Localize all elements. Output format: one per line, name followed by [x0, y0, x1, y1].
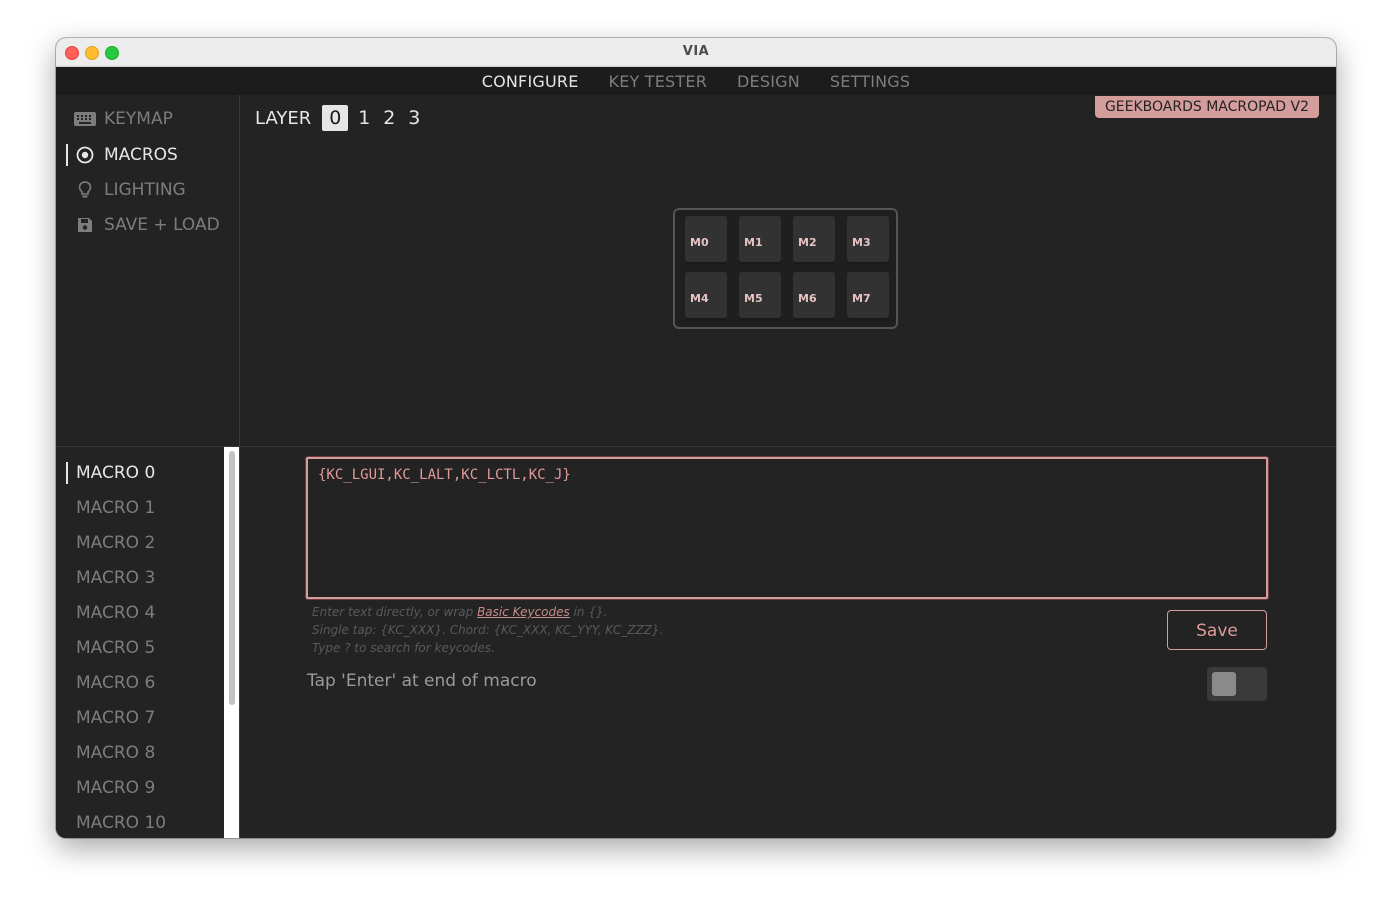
- key-label: M2: [798, 236, 817, 249]
- layer-label: LAYER: [255, 107, 312, 129]
- macro-list: MACRO 0 MACRO 1 MACRO 2 MACRO 3 MACRO 4 …: [56, 447, 224, 838]
- macro-list-scrollbar[interactable]: [224, 447, 239, 838]
- window-title: VIA: [682, 44, 710, 59]
- layer-selector: LAYER 0 1 2 3: [255, 105, 423, 131]
- macro-item-0[interactable]: MACRO 0: [76, 461, 155, 485]
- hint-text: Enter text directly, or wrap: [312, 605, 478, 619]
- floppy-disk-icon: [74, 216, 96, 234]
- layer-3-button[interactable]: 3: [405, 107, 423, 129]
- lightbulb-icon: [74, 181, 96, 199]
- key-label: M0: [690, 236, 709, 249]
- macro-item-6[interactable]: MACRO 6: [76, 671, 155, 695]
- active-macro-indicator: [66, 462, 68, 484]
- tab-settings[interactable]: SETTINGS: [830, 72, 910, 91]
- device-name: GEEKBOARDS MACROPAD V2: [1104, 99, 1309, 115]
- macro-item-2[interactable]: MACRO 2: [76, 531, 155, 555]
- hint-text: in {}.: [569, 605, 608, 619]
- key-m2[interactable]: M2: [793, 216, 835, 262]
- macro-item-10[interactable]: MACRO 10: [76, 811, 166, 835]
- keyboard-layout: M0 M1 M2 M3 M4 M5 M6 M7: [673, 208, 898, 329]
- key-m4[interactable]: M4: [685, 272, 727, 318]
- via-window: VIA CONFIGURE KEY TESTER DESIGN SETTINGS…: [56, 38, 1336, 838]
- macro-item-9[interactable]: MACRO 9: [76, 776, 155, 800]
- menu-item-lighting[interactable]: LIGHTING: [74, 178, 186, 202]
- key-m0[interactable]: M0: [685, 216, 727, 262]
- keyboard-panel: LAYER 0 1 2 3 GEEKBOARDS MACROPAD V2 M0 …: [240, 95, 1336, 446]
- keyboard-icon: [74, 110, 96, 128]
- key-m3[interactable]: M3: [847, 216, 889, 262]
- key-label: M3: [852, 236, 871, 249]
- key-m5[interactable]: M5: [739, 272, 781, 318]
- toggle-knob: [1212, 672, 1236, 696]
- key-label: M1: [744, 236, 763, 249]
- device-name-badge: GEEKBOARDS MACROPAD V2: [1094, 96, 1319, 118]
- tab-configure[interactable]: CONFIGURE: [482, 72, 579, 91]
- macro-item-4[interactable]: MACRO 4: [76, 601, 155, 625]
- basic-keycodes-link[interactable]: Basic Keycodes: [477, 605, 570, 619]
- menu-item-save-load[interactable]: SAVE + LOAD: [74, 213, 220, 237]
- menu-label-lighting: LIGHTING: [104, 180, 186, 200]
- key-m1[interactable]: M1: [739, 216, 781, 262]
- layer-1-button[interactable]: 1: [355, 107, 373, 129]
- menu-item-macros[interactable]: MACROS: [74, 143, 178, 167]
- menu-label-save-load: SAVE + LOAD: [104, 215, 220, 235]
- config-menu: KEYMAP MACROS LIGHTING SAVE + LOAD: [56, 95, 240, 446]
- macro-circle-icon: [74, 146, 96, 164]
- editor-hint-line-2: Single tap: {KC_XXX}. Chord: {KC_XXX, KC…: [312, 623, 664, 637]
- macro-text-editor[interactable]: {KC_LGUI,KC_LALT,KC_LCTL,KC_J}: [306, 457, 1268, 599]
- macro-item-1[interactable]: MACRO 1: [76, 496, 155, 520]
- menu-label-keymap: KEYMAP: [104, 109, 173, 129]
- editor-hint-line-3: Type ? to search for keycodes.: [312, 641, 495, 655]
- top-nav: CONFIGURE KEY TESTER DESIGN SETTINGS: [56, 67, 1336, 96]
- macro-item-7[interactable]: MACRO 7: [76, 706, 155, 730]
- menu-item-keymap[interactable]: KEYMAP: [74, 107, 173, 131]
- scrollbar-thumb[interactable]: [229, 451, 235, 705]
- title-bar: VIA: [56, 38, 1336, 67]
- layer-2-button[interactable]: 2: [380, 107, 398, 129]
- key-m7[interactable]: M7: [847, 272, 889, 318]
- tab-key-tester[interactable]: KEY TESTER: [609, 72, 708, 91]
- key-label: M4: [690, 292, 709, 305]
- key-label: M6: [798, 292, 817, 305]
- save-macro-button[interactable]: Save: [1167, 610, 1267, 650]
- editor-hint-line-1: Enter text directly, or wrap Basic Keyco…: [312, 605, 607, 619]
- tap-enter-label: Tap 'Enter' at end of macro: [307, 671, 537, 691]
- macro-item-3[interactable]: MACRO 3: [76, 566, 155, 590]
- macro-item-5[interactable]: MACRO 5: [76, 636, 155, 660]
- tab-design[interactable]: DESIGN: [737, 72, 800, 91]
- key-label: M5: [744, 292, 763, 305]
- menu-label-macros: MACROS: [104, 145, 178, 165]
- layer-0-button[interactable]: 0: [322, 105, 349, 131]
- key-m6[interactable]: M6: [793, 272, 835, 318]
- macro-item-8[interactable]: MACRO 8: [76, 741, 155, 765]
- tap-enter-toggle[interactable]: [1207, 667, 1267, 701]
- key-label: M7: [852, 292, 871, 305]
- macro-editor-panel: {KC_LGUI,KC_LALT,KC_LCTL,KC_J} Enter tex…: [240, 447, 1336, 838]
- active-menu-indicator: [66, 144, 68, 166]
